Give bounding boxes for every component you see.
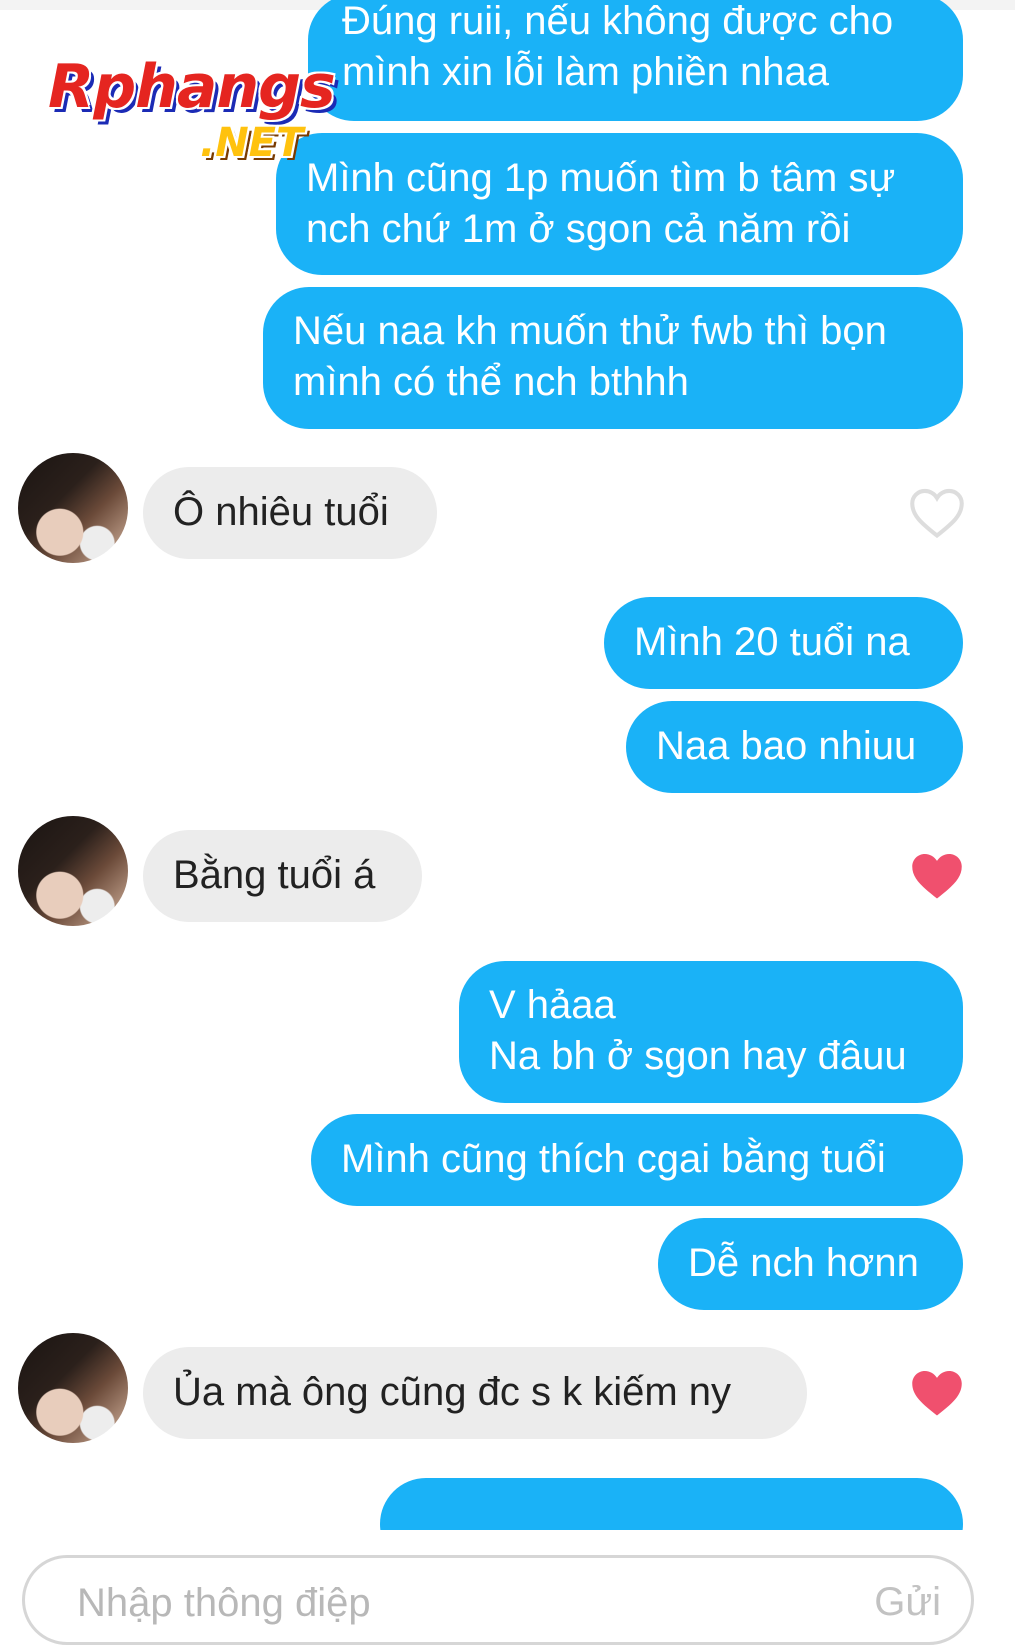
watermark-logo-sub: .NET <box>200 120 304 166</box>
message-bubble-incoming[interactable]: Bằng tuổi á <box>143 830 422 922</box>
message-thread[interactable]: Đúng ruii, nếu không được cho mình xin l… <box>0 0 1015 1530</box>
message-bubble-incoming[interactable]: Ủa mà ông cũng đc s k kiếm ny <box>143 1347 807 1439</box>
message-bubble-outgoing[interactable]: Đúng ruii, nếu không được cho mình xin l… <box>308 0 963 121</box>
message-bubble-outgoing[interactable]: Dễ nch hơnn <box>658 1218 963 1310</box>
message-bubble-outgoing[interactable]: Mình cũng 1p muốn tìm b tâm sự nch chứ 1… <box>276 133 963 275</box>
message-bubble-outgoing[interactable]: Mình 20 tuổi na <box>604 597 963 689</box>
contact-avatar[interactable] <box>18 453 128 563</box>
heart-filled-icon[interactable] <box>910 1368 964 1418</box>
heart-filled-icon[interactable] <box>910 851 964 901</box>
message-bubble-outgoing[interactable]: Naa bao nhiuu <box>626 701 963 793</box>
message-bubble-outgoing[interactable]: Mình cũng thích cgai bằng tuổi <box>311 1114 963 1206</box>
message-bubble-outgoing[interactable]: Nếu naa kh muốn thử fwb thì bọn mình có … <box>263 287 963 429</box>
heart-outline-icon[interactable] <box>910 488 964 538</box>
message-bubble-incoming[interactable]: Ô nhiêu tuổi <box>143 467 437 559</box>
message-bubble-outgoing[interactable]: V hảaa Na bh ở sgon hay đâuu <box>459 961 963 1103</box>
send-button[interactable]: Gửi <box>874 1572 941 1632</box>
message-bubble-outgoing-partial[interactable] <box>380 1478 963 1530</box>
contact-avatar[interactable] <box>18 1333 128 1443</box>
message-composer: Gửi <box>22 1555 974 1645</box>
message-input[interactable] <box>75 1572 839 1634</box>
contact-avatar[interactable] <box>18 816 128 926</box>
watermark-logo-main: Rphangs <box>48 52 336 122</box>
watermark-logo: Rphangs .NET <box>48 52 358 170</box>
